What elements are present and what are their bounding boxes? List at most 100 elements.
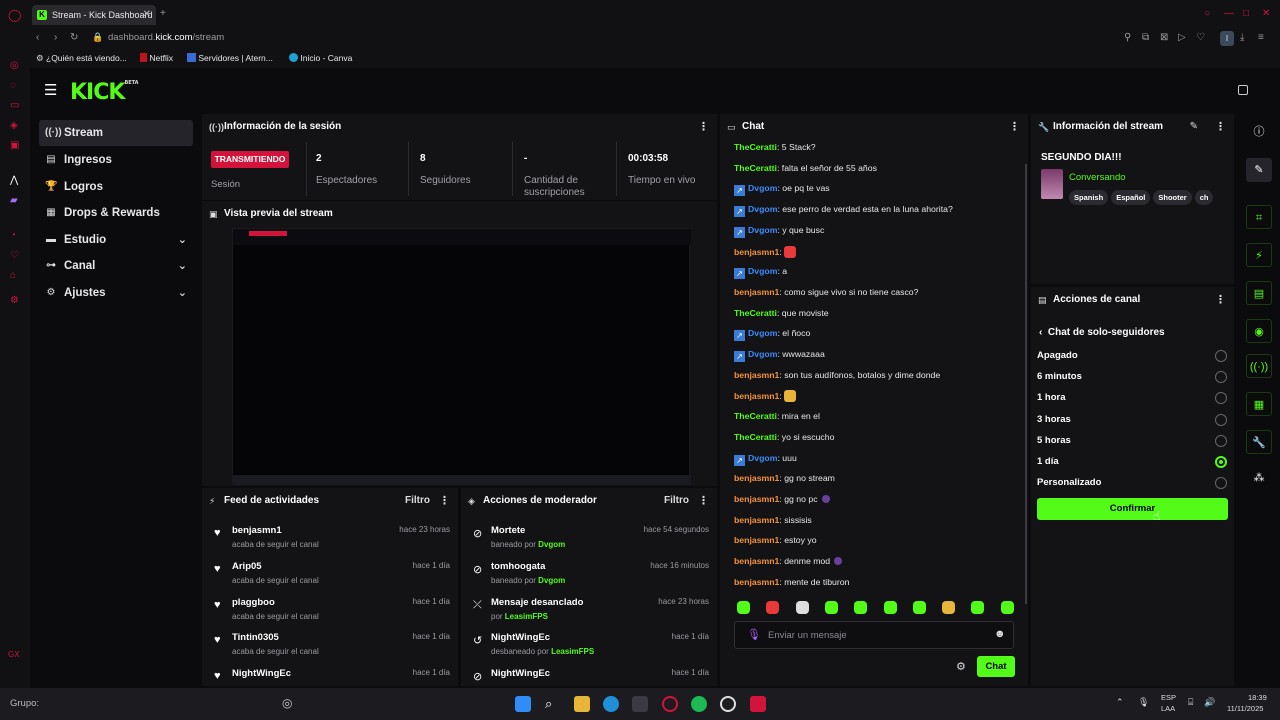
mod-item[interactable]: ⊘ NightWingEc hace 1 día: [467, 668, 717, 686]
microphone-icon[interactable]: 🎙: [1138, 697, 1149, 708]
feed-item[interactable]: ♥ NightWingEc hace 1 día: [208, 668, 458, 686]
chat-message[interactable]: ↗ Dvgom: wwwazaaa: [734, 349, 825, 365]
menu-icon[interactable]: ≡: [1258, 32, 1264, 43]
option-label[interactable]: 3 horas: [1037, 414, 1071, 425]
aria-icon[interactable]: ◌: [10, 80, 16, 91]
chat-message[interactable]: benjasmn1: mente de tiburon: [734, 577, 849, 593]
microphone-icon[interactable]: 🎙: [747, 628, 761, 641]
tag[interactable]: Spanish: [1069, 190, 1109, 205]
layout-icon[interactable]: ▦: [1246, 392, 1272, 416]
chat-message[interactable]: ↗ Dvgom: a: [734, 266, 787, 282]
chat-username[interactable]: benjasmn1: [734, 556, 779, 566]
forward-icon[interactable]: ›: [54, 32, 57, 43]
hamburger-menu-icon[interactable]: ☰: [44, 81, 57, 99]
add-widget-icon[interactable]: ⁂: [1246, 466, 1272, 490]
play-icon[interactable]: ▷: [1178, 32, 1186, 43]
history-icon[interactable]: ◔: [10, 230, 16, 241]
chat-username[interactable]: benjasmn1: [734, 535, 779, 545]
chat-username[interactable]: benjasmn1: [734, 370, 779, 380]
more-icon[interactable]: ⋮: [439, 488, 450, 514]
kick-sidebar-icon[interactable]: ⋀: [10, 175, 18, 186]
option-radio[interactable]: [1215, 413, 1227, 426]
feed-item[interactable]: ♥ plaggboo acaba de seguir el canal hace 1 …: [208, 597, 458, 631]
more-icon[interactable]: ⋮: [1215, 114, 1226, 140]
twitch-icon[interactable]: ▰: [10, 195, 18, 206]
option-radio[interactable]: [1215, 434, 1227, 447]
stream-preview-video[interactable]: [232, 228, 691, 485]
heart-icon[interactable]: ♡: [1196, 32, 1205, 43]
edit-icon[interactable]: ✎: [1190, 114, 1198, 140]
tag[interactable]: ch: [1194, 190, 1214, 205]
pin-icon[interactable]: ⚲: [1124, 32, 1131, 43]
bookmark-item[interactable]: Inicio - Canva: [289, 53, 352, 63]
gx-icon[interactable]: GX: [8, 650, 20, 659]
emote-picker-icon[interactable]: [942, 601, 956, 614]
emote-picker-icon[interactable]: [912, 601, 926, 614]
chat-message[interactable]: benjasmn1: son tus audífonos, botalos y …: [734, 370, 940, 386]
more-icon[interactable]: ⋮: [698, 488, 709, 514]
nav-canal[interactable]: ⊶ Canal ⌄: [39, 253, 193, 279]
settings-icon[interactable]: ⚙: [10, 295, 19, 306]
nav-ingresos[interactable]: ▤ Ingresos: [39, 147, 193, 173]
chat-username[interactable]: Dvgom: [748, 349, 777, 359]
chat-settings-icon[interactable]: ⚙: [956, 660, 966, 673]
mod-by[interactable]: LeasimFPS: [505, 612, 548, 621]
volume-icon[interactable]: 🔊: [1204, 697, 1215, 708]
kick-logo[interactable]: KICKBETA: [70, 80, 139, 105]
chat-message[interactable]: benjasmn1: denme mod: [734, 556, 843, 572]
emote-picker-icon[interactable]: [971, 601, 985, 614]
chat-username[interactable]: Dvgom: [748, 328, 777, 338]
new-tab-icon[interactable]: +: [160, 8, 166, 19]
more-icon[interactable]: ⋮: [698, 114, 709, 140]
chat-username[interactable]: benjasmn1: [734, 473, 779, 483]
tray-chevron-icon[interactable]: ⌃: [1116, 697, 1124, 708]
workspace-icon[interactable]: ▭: [10, 100, 19, 111]
chat-message[interactable]: TheCeratti: que moviste: [734, 308, 829, 324]
app-icon[interactable]: [750, 696, 766, 712]
chat-username[interactable]: TheCeratti: [734, 308, 777, 318]
feed-item[interactable]: ♥ benjasmn1 acaba de seguir el canal hace 2…: [208, 525, 458, 559]
nav-ajustes[interactable]: ⚙ Ajustes ⌄: [39, 280, 193, 306]
chat-message[interactable]: benjasmn1: sissisis: [734, 515, 812, 531]
search-icon[interactable]: ○: [1204, 8, 1210, 19]
mod-by[interactable]: LeasimFPS: [551, 647, 594, 656]
chat-username[interactable]: benjasmn1: [734, 494, 779, 504]
spotify-icon[interactable]: [691, 696, 707, 712]
network-icon[interactable]: ⌸: [1188, 697, 1193, 708]
emote-picker-icon[interactable]: [766, 601, 780, 614]
chat-message[interactable]: TheCeratti: yo si escucho: [734, 432, 834, 448]
chat-message[interactable]: benjasmn1: como sigue vivo si no tiene c…: [734, 287, 918, 303]
option-label[interactable]: 6 minutos: [1037, 371, 1082, 382]
edit-icon[interactable]: ✎: [1246, 158, 1272, 182]
chat-username[interactable]: Dvgom: [748, 183, 777, 193]
emote-picker-icon[interactable]: [824, 601, 838, 614]
chat-username[interactable]: Dvgom: [748, 204, 777, 214]
bookmark-item[interactable]: Servidores | Atern...: [187, 53, 273, 63]
lightning-icon[interactable]: ⚡: [1246, 243, 1272, 267]
info-icon[interactable]: ⓘ: [1246, 120, 1272, 144]
shield-icon[interactable]: ⊠: [1160, 32, 1168, 43]
bookmark-item[interactable]: Netflix: [140, 53, 173, 63]
emote-picker-icon[interactable]: [737, 601, 750, 614]
tag[interactable]: Español: [1111, 190, 1151, 205]
close-window-icon[interactable]: ✕: [1262, 8, 1270, 19]
chat-message[interactable]: ↗ Dvgom: el ñoco: [734, 328, 810, 344]
widget-icon[interactable]: ◎: [282, 696, 292, 710]
chat-send-button[interactable]: Chat: [977, 656, 1015, 677]
opera-logo-icon[interactable]: ◯: [8, 8, 21, 22]
chat-message[interactable]: benjasmn1:: [734, 245, 797, 262]
chat-scrollbar[interactable]: [1025, 164, 1027, 604]
mod-filter-button[interactable]: Filtro: [664, 488, 689, 514]
downloads-icon[interactable]: ⌂: [10, 270, 16, 281]
tag[interactable]: Shooter: [1153, 190, 1192, 205]
mod-item[interactable]: ⊘ tomhoogata baneado por Dvgom hace 16 minu…: [467, 561, 717, 595]
option-radio[interactable]: [1215, 456, 1227, 468]
file-explorer-icon[interactable]: [574, 696, 590, 712]
snapshot-icon[interactable]: ⧉: [1142, 32, 1149, 43]
messenger-icon[interactable]: ▣: [10, 140, 19, 151]
nav-estudio[interactable]: ▬ Estudio ⌄: [39, 227, 193, 253]
emote-picker-icon[interactable]: [1000, 601, 1014, 614]
url-field[interactable]: dashboard.kick.com/stream: [108, 32, 224, 43]
speed-dial-icon[interactable]: ◎: [10, 60, 19, 71]
option-label[interactable]: Personalizado: [1037, 477, 1101, 488]
